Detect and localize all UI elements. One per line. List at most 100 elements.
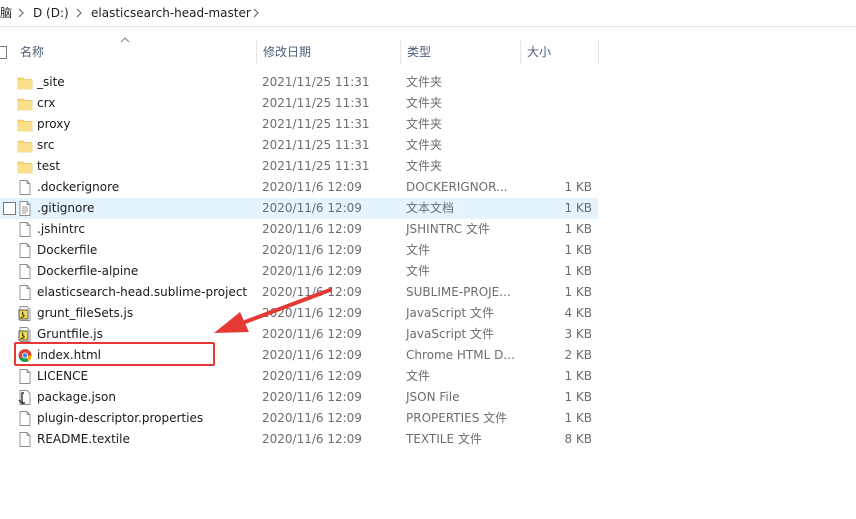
file-row[interactable]: .jshintrc 2020/11/6 12:09 JSHINTRC 文件 1 KB xyxy=(0,219,598,240)
file-row[interactable]: LICENCE 2020/11/6 12:09 文件 1 KB xyxy=(0,366,598,387)
file-icon xyxy=(17,431,33,448)
column-header-type[interactable]: 类型 xyxy=(400,40,520,64)
file-icon xyxy=(17,410,33,427)
annotation-highlight-box xyxy=(14,342,215,366)
file-size: 4 KB xyxy=(564,306,592,320)
file-name[interactable]: Dockerfile-alpine xyxy=(37,261,138,282)
file-name[interactable]: .jshintrc xyxy=(37,219,85,240)
file-row[interactable]: .gitignore 2020/11/6 12:09 文本文档 1 KB xyxy=(0,198,598,219)
file-icon xyxy=(17,179,33,196)
file-name[interactable]: _site xyxy=(37,72,65,93)
file-size: 2 KB xyxy=(564,348,592,362)
chevron-right-icon[interactable] xyxy=(251,5,261,21)
column-header-modified[interactable]: 修改日期 xyxy=(256,40,400,64)
file-type: JavaScript 文件 xyxy=(406,327,494,341)
file-type: 文件 xyxy=(406,369,431,383)
file-size: 1 KB xyxy=(564,243,592,257)
file-row[interactable]: README.textile 2020/11/6 12:09 TEXTILE 文件 8… xyxy=(0,429,598,450)
file-type: 文本文档 xyxy=(406,201,455,215)
js-file-icon xyxy=(17,305,33,322)
file-modified-date: 2020/11/6 12:09 xyxy=(262,222,362,236)
file-modified-date: 2020/11/6 12:09 xyxy=(262,243,362,257)
file-size: 3 KB xyxy=(564,327,592,341)
file-name[interactable]: grunt_fileSets.js xyxy=(37,303,133,324)
file-name[interactable]: Dockerfile xyxy=(37,240,97,261)
file-size: 1 KB xyxy=(564,201,592,215)
file-row[interactable]: src 2021/11/25 11:31 文件夹 xyxy=(0,135,598,156)
file-modified-date: 2021/11/25 11:31 xyxy=(262,138,370,152)
chevron-right-icon[interactable] xyxy=(74,5,84,21)
file-name[interactable]: crx xyxy=(37,93,55,114)
file-modified-date: 2020/11/6 12:09 xyxy=(262,369,362,383)
file-type: SUBLIME-PROJE... xyxy=(406,285,511,299)
select-all-checkbox[interactable] xyxy=(0,46,7,59)
file-type: 文件 xyxy=(406,243,431,257)
file-modified-date: 2020/11/6 12:09 xyxy=(262,432,362,446)
file-size: 1 KB xyxy=(564,264,592,278)
folder-icon xyxy=(17,95,33,112)
file-modified-date: 2021/11/25 11:31 xyxy=(262,159,370,173)
file-type: 文件 xyxy=(406,264,431,278)
file-icon xyxy=(17,368,33,385)
text-file-icon xyxy=(17,200,33,217)
file-row[interactable]: test 2021/11/25 11:31 文件夹 xyxy=(0,156,598,177)
file-name[interactable]: package.json xyxy=(37,387,116,408)
folder-icon xyxy=(17,74,33,91)
file-icon xyxy=(17,284,33,301)
file-type: DOCKERIGNOR... xyxy=(406,180,508,194)
chevron-right-icon[interactable] xyxy=(16,5,26,21)
file-type: 文件夹 xyxy=(406,96,443,110)
file-size: 1 KB xyxy=(564,285,592,299)
file-name[interactable]: plugin-descriptor.properties xyxy=(37,408,203,429)
folder-icon xyxy=(17,116,33,133)
file-type: Chrome HTML D... xyxy=(406,348,515,362)
file-type: TEXTILE 文件 xyxy=(406,432,482,446)
file-size: 1 KB xyxy=(564,390,592,404)
column-header-name[interactable]: 名称 xyxy=(14,40,256,64)
file-name[interactable]: src xyxy=(37,135,55,156)
file-modified-date: 2021/11/25 11:31 xyxy=(262,96,370,110)
folder-icon xyxy=(17,137,33,154)
file-row[interactable]: proxy 2021/11/25 11:31 文件夹 xyxy=(0,114,598,135)
row-checkbox[interactable] xyxy=(3,202,16,215)
file-name[interactable]: LICENCE xyxy=(37,366,88,387)
file-name[interactable]: .dockerignore xyxy=(37,177,119,198)
file-row[interactable]: grunt_fileSets.js 2020/11/6 12:09 JavaScri… xyxy=(0,303,598,324)
file-modified-date: 2021/11/25 11:31 xyxy=(262,75,370,89)
json-file-icon xyxy=(17,389,33,406)
js-file-icon xyxy=(17,326,33,343)
file-name[interactable]: test xyxy=(37,156,60,177)
file-row[interactable]: elasticsearch-head.sublime-project 2020/1… xyxy=(0,282,598,303)
file-modified-date: 2020/11/6 12:09 xyxy=(262,201,362,215)
column-header-size[interactable]: 大小 xyxy=(520,40,598,64)
file-row[interactable]: Dockerfile 2020/11/6 12:09 文件 1 KB xyxy=(0,240,598,261)
file-modified-date: 2020/11/6 12:09 xyxy=(262,411,362,425)
file-type: 文件夹 xyxy=(406,159,443,173)
file-icon xyxy=(17,263,33,280)
breadcrumb-root[interactable]: 脑 xyxy=(0,5,12,21)
file-size: 1 KB xyxy=(564,222,592,236)
file-size: 1 KB xyxy=(564,411,592,425)
file-name[interactable]: elasticsearch-head.sublime-project xyxy=(37,282,247,303)
file-modified-date: 2020/11/6 12:09 xyxy=(262,264,362,278)
file-size: 8 KB xyxy=(564,432,592,446)
file-explorer-window: 脑 D (D:) elasticsearch-head-master 名称 修改… xyxy=(0,0,856,519)
file-row[interactable]: Dockerfile-alpine 2020/11/6 12:09 文件 1 KB xyxy=(0,261,598,282)
file-name[interactable]: .gitignore xyxy=(37,198,94,219)
file-name[interactable]: proxy xyxy=(37,114,70,135)
file-row[interactable]: .dockerignore 2020/11/6 12:09 DOCKERIGNOR.… xyxy=(0,177,598,198)
file-size: 1 KB xyxy=(564,369,592,383)
file-row[interactable]: package.json 2020/11/6 12:09 JSON File 1 KB xyxy=(0,387,598,408)
file-type: JavaScript 文件 xyxy=(406,306,494,320)
file-row[interactable]: crx 2021/11/25 11:31 文件夹 xyxy=(0,93,598,114)
address-bar[interactable]: 脑 D (D:) elasticsearch-head-master xyxy=(0,0,856,27)
folder-icon xyxy=(17,158,33,175)
file-name[interactable]: README.textile xyxy=(37,429,130,450)
file-row[interactable]: plugin-descriptor.properties 2020/11/6 12… xyxy=(0,408,598,429)
file-row[interactable]: _site 2021/11/25 11:31 文件夹 xyxy=(0,72,598,93)
file-type: PROPERTIES 文件 xyxy=(406,411,508,425)
breadcrumb-drive[interactable]: D (D:) xyxy=(33,5,69,21)
breadcrumb-folder[interactable]: elasticsearch-head-master xyxy=(91,5,251,21)
file-modified-date: 2021/11/25 11:31 xyxy=(262,117,370,131)
file-modified-date: 2020/11/6 12:09 xyxy=(262,390,362,404)
